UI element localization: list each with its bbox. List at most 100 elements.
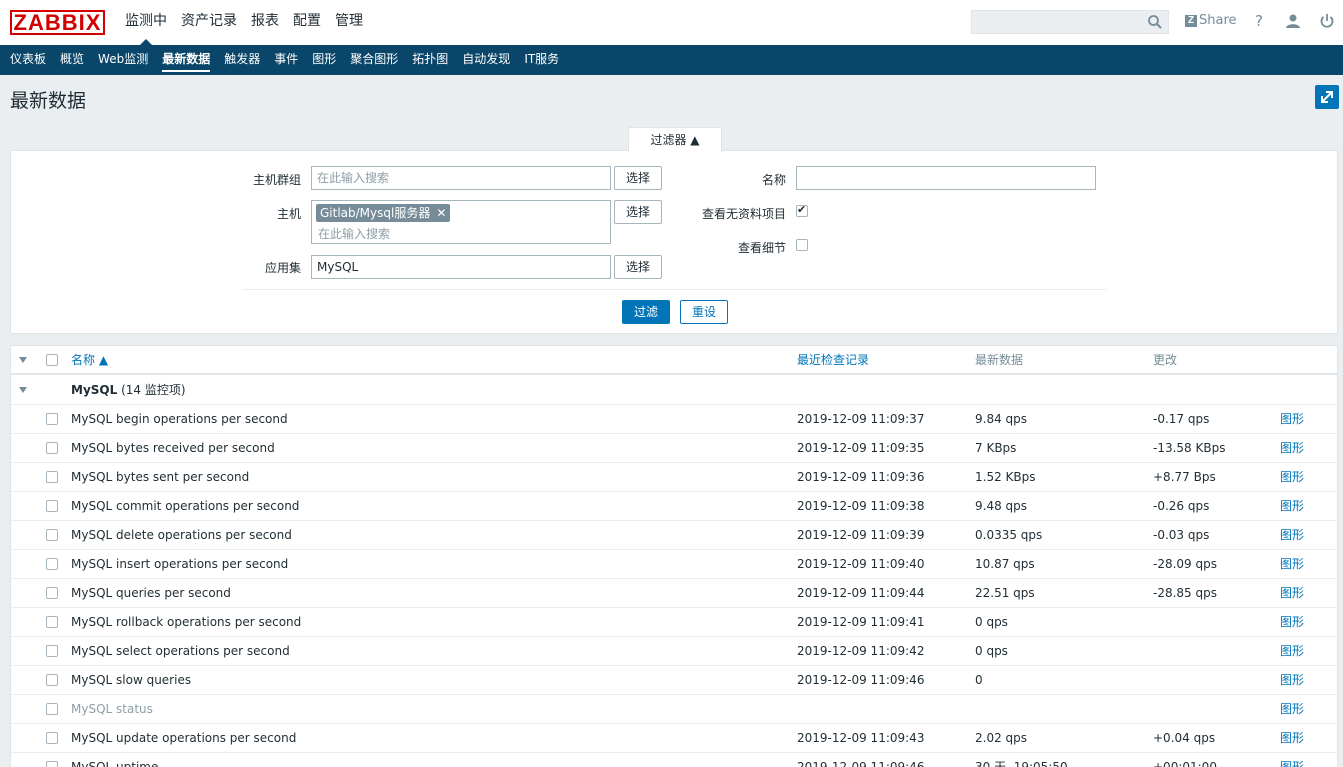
item-name: MySQL begin operations per second bbox=[71, 412, 288, 426]
row-checkbox[interactable] bbox=[46, 703, 58, 715]
graph-link[interactable]: 图形 bbox=[1280, 724, 1304, 753]
table-row: MySQL slow queries 2019-12-09 11:09:46 0 图形 bbox=[11, 666, 1337, 695]
apply-filter-button[interactable]: 过滤 bbox=[622, 300, 670, 324]
zabbix-share-icon: Z bbox=[1185, 14, 1197, 27]
application-select-button[interactable]: 选择 bbox=[614, 255, 662, 279]
row-checkbox[interactable] bbox=[46, 645, 58, 657]
item-last-value: 9.84 qps bbox=[975, 412, 1028, 426]
reset-filter-button[interactable]: 重设 bbox=[680, 300, 728, 324]
item-change: +8.77 Bps bbox=[1153, 470, 1216, 484]
global-search-input[interactable] bbox=[971, 10, 1169, 34]
item-change: -0.26 qps bbox=[1153, 499, 1210, 513]
table-row: MySQL insert operations per second 2019-1… bbox=[11, 550, 1337, 579]
help-icon[interactable]: ? bbox=[1250, 12, 1268, 30]
item-change: +00:01:00 bbox=[1153, 760, 1217, 767]
table-row: MySQL begin operations per second 2019-12… bbox=[11, 405, 1337, 434]
table-header: 名称 ▲ 最近检查记录 最新数据 更改 bbox=[11, 346, 1337, 375]
main-nav-configuration[interactable]: 配置 bbox=[286, 0, 328, 45]
item-name: MySQL rollback operations per second bbox=[71, 615, 302, 629]
sub-nav-events[interactable]: 事件 bbox=[267, 45, 305, 75]
item-change: +0.04 qps bbox=[1153, 731, 1216, 745]
filter-tab[interactable]: 过滤器 ▲ bbox=[628, 127, 722, 152]
host-multiselect[interactable]: Gitlab/Mysql服务器 ✕ 在此输入搜索 bbox=[311, 200, 611, 244]
application-label: 应用集 bbox=[264, 261, 301, 275]
name-input[interactable] bbox=[796, 166, 1096, 190]
row-checkbox[interactable] bbox=[46, 413, 58, 425]
user-profile-icon[interactable] bbox=[1284, 12, 1302, 30]
row-checkbox[interactable] bbox=[46, 761, 58, 767]
row-checkbox[interactable] bbox=[46, 529, 58, 541]
application-input[interactable]: MySQL bbox=[311, 255, 611, 279]
item-last-check: 2019-12-09 11:09:40 bbox=[797, 557, 925, 571]
host-group-select-button[interactable]: 选择 bbox=[614, 166, 662, 190]
header-last-check[interactable]: 最近检查记录 bbox=[797, 346, 869, 374]
fullscreen-button[interactable] bbox=[1315, 85, 1339, 109]
show-details-label: 查看细节 bbox=[737, 241, 786, 255]
sub-nav-triggers[interactable]: 触发器 bbox=[217, 45, 267, 75]
row-checkbox[interactable] bbox=[46, 442, 58, 454]
item-last-check: 2019-12-09 11:09:46 bbox=[797, 673, 925, 687]
collapse-all-icon[interactable] bbox=[19, 357, 27, 363]
row-checkbox[interactable] bbox=[46, 732, 58, 744]
search-icon[interactable] bbox=[1147, 14, 1163, 30]
item-last-check: 2019-12-09 11:09:44 bbox=[797, 586, 925, 600]
row-checkbox[interactable] bbox=[46, 587, 58, 599]
select-all-checkbox[interactable] bbox=[46, 354, 58, 366]
host-tag-label: Gitlab/Mysql服务器 bbox=[320, 206, 431, 220]
graph-link[interactable]: 图形 bbox=[1280, 695, 1304, 724]
graph-link[interactable]: 图形 bbox=[1280, 463, 1304, 492]
sub-nav-overview[interactable]: 概览 bbox=[53, 45, 91, 75]
sub-nav-maps[interactable]: 拓扑图 bbox=[405, 45, 455, 75]
sub-nav-graphs[interactable]: 图形 bbox=[305, 45, 343, 75]
show-details-checkbox[interactable] bbox=[796, 239, 808, 251]
main-nav: 监测中 资产记录 报表 配置 管理 bbox=[118, 0, 370, 45]
item-last-check: 2019-12-09 11:09:46 bbox=[797, 760, 925, 767]
host-group-placeholder: 在此输入搜索 bbox=[317, 171, 390, 185]
row-checkbox[interactable] bbox=[46, 558, 58, 570]
share-link[interactable]: Z Share bbox=[1185, 13, 1237, 28]
main-nav-administration[interactable]: 管理 bbox=[328, 0, 370, 45]
sub-nav-screens[interactable]: 聚合图形 bbox=[343, 45, 405, 75]
main-nav-reports[interactable]: 报表 bbox=[244, 0, 286, 45]
host-select-button[interactable]: 选择 bbox=[614, 200, 662, 224]
host-group-input[interactable]: 在此输入搜索 bbox=[311, 166, 611, 190]
item-last-value: 0 bbox=[975, 673, 983, 687]
graph-link[interactable]: 图形 bbox=[1280, 405, 1304, 434]
graph-link[interactable]: 图形 bbox=[1280, 666, 1304, 695]
row-checkbox[interactable] bbox=[46, 616, 58, 628]
logout-icon[interactable] bbox=[1318, 12, 1336, 30]
sub-nav-dashboard[interactable]: 仪表板 bbox=[3, 45, 53, 75]
main-nav-monitoring[interactable]: 监测中 bbox=[118, 0, 174, 45]
graph-link[interactable]: 图形 bbox=[1280, 608, 1304, 637]
group-label: MySQL (14 监控项) bbox=[71, 376, 186, 405]
sub-nav-discovery[interactable]: 自动发现 bbox=[455, 45, 517, 75]
header-change: 更改 bbox=[1153, 353, 1178, 367]
top-bar: ZABBIX 监测中 资产记录 报表 配置 管理 Z Share ? bbox=[0, 0, 1343, 45]
row-checkbox[interactable] bbox=[46, 471, 58, 483]
row-checkbox[interactable] bbox=[46, 674, 58, 686]
fullscreen-icon bbox=[1321, 91, 1333, 103]
latest-data-table: 名称 ▲ 最近检查记录 最新数据 更改 MySQL (14 监控项) MySQL… bbox=[10, 345, 1338, 767]
table-row: MySQL commit operations per second 2019-1… bbox=[11, 492, 1337, 521]
show-without-data-checkbox[interactable] bbox=[796, 203, 808, 217]
header-last-value: 最新数据 bbox=[975, 353, 1024, 367]
main-nav-inventory[interactable]: 资产记录 bbox=[174, 0, 244, 45]
zabbix-logo[interactable]: ZABBIX bbox=[10, 10, 105, 35]
remove-tag-icon[interactable]: ✕ bbox=[436, 204, 446, 222]
row-checkbox[interactable] bbox=[46, 500, 58, 512]
filter-divider bbox=[242, 289, 1107, 290]
sub-nav-web[interactable]: Web监测 bbox=[91, 45, 155, 75]
graph-link[interactable]: 图形 bbox=[1280, 579, 1304, 608]
sub-nav-it-services[interactable]: IT服务 bbox=[517, 45, 566, 75]
header-name[interactable]: 名称 ▲ bbox=[71, 346, 108, 374]
graph-link[interactable]: 图形 bbox=[1280, 753, 1304, 767]
sub-nav-latest-data[interactable]: 最新数据 bbox=[155, 45, 217, 75]
graph-link[interactable]: 图形 bbox=[1280, 434, 1304, 463]
graph-link[interactable]: 图形 bbox=[1280, 550, 1304, 579]
table-row: MySQL uptime 2019-12-09 11:09:46 30 天, 19:… bbox=[11, 753, 1337, 767]
item-change: -28.09 qps bbox=[1153, 557, 1217, 571]
collapse-group-icon[interactable] bbox=[19, 387, 27, 393]
graph-link[interactable]: 图形 bbox=[1280, 492, 1304, 521]
graph-link[interactable]: 图形 bbox=[1280, 521, 1304, 550]
graph-link[interactable]: 图形 bbox=[1280, 637, 1304, 666]
